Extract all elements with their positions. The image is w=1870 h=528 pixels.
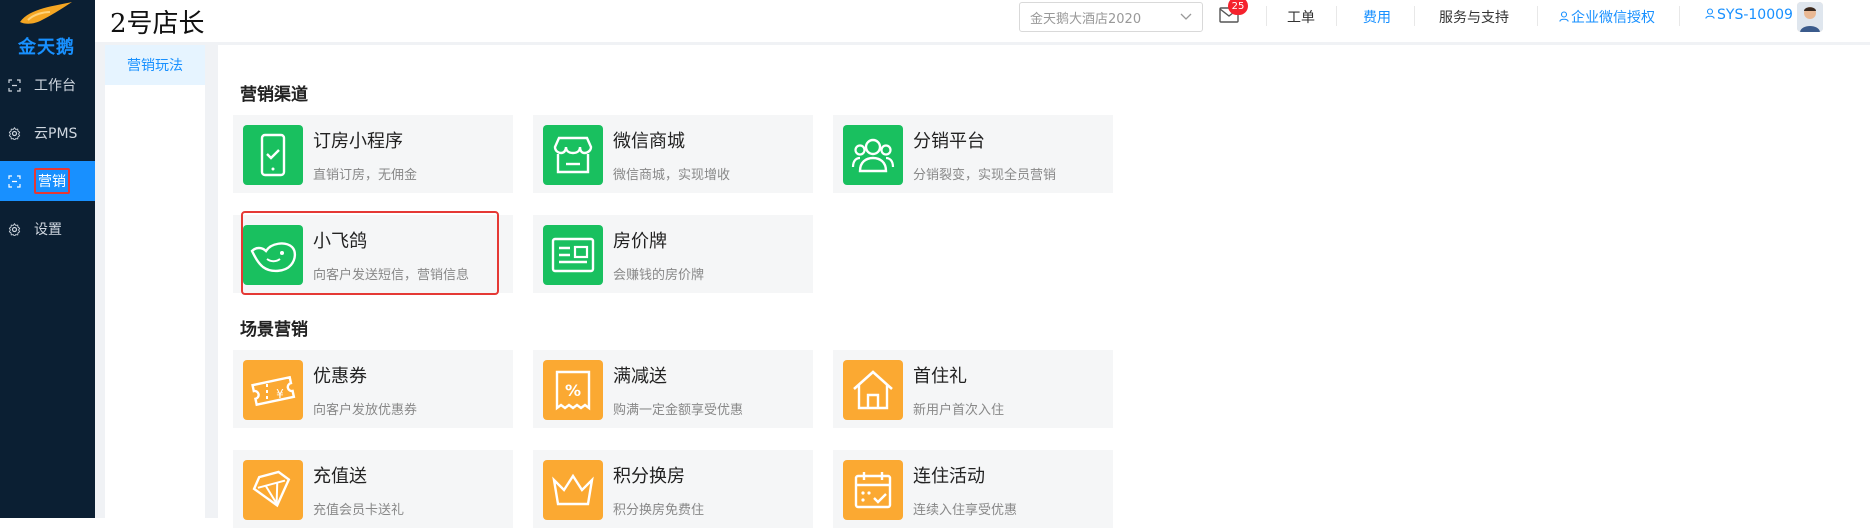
selection-highlight [241,211,499,295]
sidebar: 金天鹅 工作台 云PMS 营销 设置 [0,0,95,518]
card-desc: 分销裂变，实现全员营销 [913,168,1057,183]
card-desc: 购满一定金额享受优惠 [613,403,744,418]
mail-badge: 25 [1228,0,1248,15]
card-title: 积分换房 [613,466,685,487]
card-distribution-platform[interactable]: 分销平台 分销裂变，实现全员营销 [833,115,1113,193]
calendar-icon [843,460,903,520]
card-title: 首住礼 [913,366,967,387]
card-desc: 微信商城，实现增收 [613,168,731,183]
sidebar-item-label: 工作台 [34,78,76,94]
user-icon [1705,7,1715,23]
price-card-icon [543,225,603,285]
user-account-label: SYS-10009 [1717,7,1793,23]
card-first-stay-gift[interactable]: 首住礼 新用户首次入住 [833,350,1113,428]
card-full-reduction[interactable]: % 满减送 购满一定金额享受优惠 [533,350,813,428]
workbench-icon [7,78,21,92]
wechat-auth-link[interactable]: 企业微信授权 [1559,7,1655,27]
card-title: 房价牌 [613,231,667,252]
marketing-icon [7,174,21,188]
users-icon [843,125,903,185]
card-desc: 向客户发放优惠券 [313,403,418,418]
diamond-icon [243,460,303,520]
gear-icon [7,126,21,140]
phone-check-icon [243,125,303,185]
crown-icon [543,460,603,520]
card-consecutive-stay[interactable]: 连住活动 连续入住享受优惠 [833,450,1113,528]
shop-icon [543,125,603,185]
card-title: 满减送 [613,366,667,387]
sidebar-item-settings[interactable]: 设置 [0,209,95,249]
service-support-link[interactable]: 服务与支持 [1439,7,1509,27]
logo-text: 金天鹅 [18,37,75,58]
card-title: 充值送 [313,466,367,487]
section-title-channels: 营销渠道 [240,85,308,105]
work-order-link[interactable]: 工单 [1287,7,1315,27]
card-desc: 新用户首次入住 [913,403,1005,418]
card-title: 分销平台 [913,131,985,152]
svg-text:%: % [565,381,581,400]
card-title: 优惠券 [313,366,367,387]
card-title: 订房小程序 [313,131,403,152]
sidebar-item-label: 设置 [34,222,62,238]
svg-text:¥: ¥ [276,387,284,401]
store-name: 2号店长 [110,9,205,39]
hotel-select[interactable]: 金天鹅大酒店2020 [1019,2,1203,32]
sidebar-item-label: 云PMS [34,126,78,142]
hotel-select-value: 金天鹅大酒店2020 [1030,11,1142,27]
gear-icon [7,222,21,236]
divider [1336,6,1337,26]
submenu: 营销玩法 [105,45,205,518]
divider [1414,6,1415,26]
card-wechat-mall[interactable]: 微信商城 微信商城，实现增收 [533,115,813,193]
card-title: 连住活动 [913,466,985,487]
card-desc: 直销订房，无佣金 [313,168,418,183]
card-title: 微信商城 [613,131,685,152]
user-account-link[interactable]: SYS-10009 [1705,7,1793,23]
avatar[interactable] [1797,2,1823,32]
divider [1537,6,1538,26]
brand-logo: 金天鹅 [0,0,95,58]
divider [1679,6,1680,26]
divider [1266,6,1267,26]
section-title-scenarios: 场景营销 [240,320,308,340]
user-icon [1559,10,1569,26]
sidebar-item-pms[interactable]: 云PMS [0,113,95,153]
sidebar-item-marketing[interactable]: 营销 [0,161,95,201]
chevron-down-icon [1180,10,1192,25]
coupon-icon: ¥ [243,360,303,420]
card-coupon[interactable]: ¥ 优惠券 向客户发放优惠券 [233,350,513,428]
card-price-board[interactable]: 房价牌 会赚钱的房价牌 [533,215,813,293]
card-desc: 积分换房免费住 [613,503,705,518]
card-desc: 会赚钱的房价牌 [613,268,705,283]
percent-icon: % [543,360,603,420]
card-desc: 充值会员卡送礼 [313,503,405,518]
card-booking-miniprogram[interactable]: 订房小程序 直销订房，无佣金 [233,115,513,193]
sidebar-item-workbench[interactable]: 工作台 [0,65,95,105]
sidebar-item-label: 营销 [34,168,70,194]
card-desc: 连续入住享受优惠 [913,503,1018,518]
fee-link[interactable]: 费用 [1363,7,1391,27]
house-icon [843,360,903,420]
wechat-auth-label: 企业微信授权 [1571,10,1655,26]
card-recharge-gift[interactable]: 充值送 充值会员卡送礼 [233,450,513,528]
card-points-exchange[interactable]: 积分换房 积分换房免费住 [533,450,813,528]
submenu-item-marketing-play[interactable]: 营销玩法 [105,45,205,85]
